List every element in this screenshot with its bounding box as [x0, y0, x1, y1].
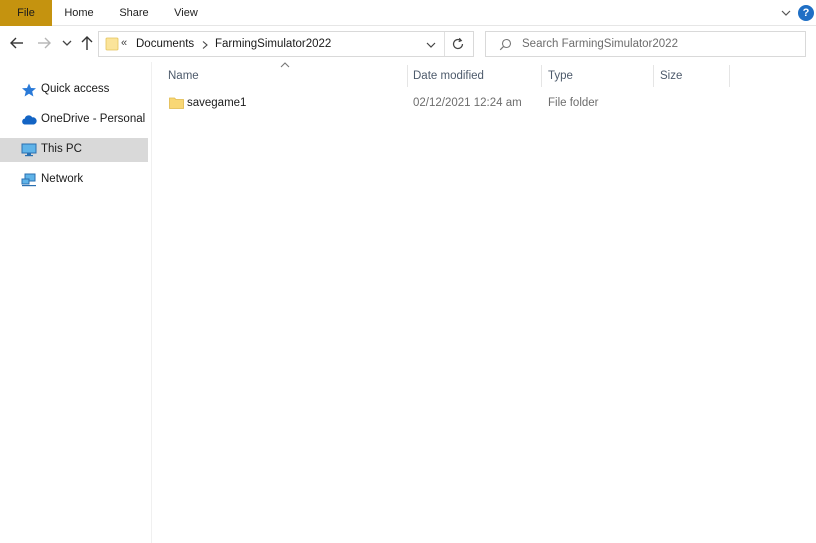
address-overflow[interactable]: « — [121, 37, 127, 49]
sidebar-item-label: OneDrive - Personal — [41, 113, 146, 125]
navigation-bar: « Documents FarmingSimulator2022 — [0, 26, 816, 62]
network-icon — [21, 173, 36, 187]
back-arrow-icon[interactable] — [9, 35, 25, 51]
sort-ascending-icon — [280, 62, 290, 68]
tab-share[interactable]: Share — [112, 0, 156, 26]
folder-icon — [105, 37, 119, 51]
file-row[interactable]: savegame1 02/12/2021 12:24 am File folde… — [152, 92, 816, 114]
sidebar-item-label: This PC — [41, 143, 82, 155]
folder-icon — [169, 97, 184, 109]
breadcrumb-farmingsimulator2022[interactable]: FarmingSimulator2022 — [215, 38, 331, 50]
column-divider[interactable] — [541, 65, 542, 87]
search-box[interactable] — [485, 31, 806, 57]
column-header-name[interactable]: Name — [168, 70, 199, 82]
ribbon: File Home Share View ? — [0, 0, 816, 26]
sidebar-item-quick-access[interactable]: Quick access — [0, 78, 148, 102]
tab-view[interactable]: View — [165, 0, 207, 26]
search-icon — [499, 38, 512, 51]
column-headers: Name Date modified Type Size — [152, 62, 816, 88]
star-icon — [22, 83, 36, 97]
tab-home[interactable]: Home — [56, 0, 102, 26]
help-icon[interactable]: ? — [798, 5, 814, 21]
sidebar-item-network[interactable]: Network — [0, 168, 148, 192]
tab-file[interactable]: File — [0, 0, 52, 26]
address-bar[interactable]: « Documents FarmingSimulator2022 — [98, 31, 474, 57]
column-divider[interactable] — [407, 65, 408, 87]
file-type: File folder — [548, 97, 599, 109]
sidebar-item-onedrive[interactable]: OneDrive - Personal — [0, 108, 148, 132]
monitor-icon — [21, 143, 37, 157]
breadcrumb-separator-icon[interactable] — [202, 41, 208, 49]
breadcrumb-documents[interactable]: Documents — [136, 38, 194, 50]
search-input[interactable] — [522, 35, 792, 53]
forward-arrow-icon[interactable] — [36, 35, 52, 51]
address-divider — [444, 32, 445, 56]
file-name: savegame1 — [187, 97, 247, 109]
sidebar-item-label: Network — [41, 173, 84, 185]
file-date-modified: 02/12/2021 12:24 am — [413, 97, 522, 109]
column-header-type[interactable]: Type — [548, 70, 573, 82]
column-header-date-modified[interactable]: Date modified — [413, 70, 484, 82]
address-dropdown-chevron-icon[interactable] — [426, 40, 436, 50]
column-header-size[interactable]: Size — [660, 70, 682, 82]
recent-locations-chevron-icon[interactable] — [61, 35, 73, 51]
up-arrow-icon[interactable] — [79, 35, 95, 51]
expand-ribbon-chevron-icon[interactable] — [779, 6, 793, 20]
cloud-icon — [22, 115, 37, 125]
sidebar-item-label: Quick access — [41, 83, 110, 95]
column-divider[interactable] — [729, 65, 730, 87]
column-divider[interactable] — [653, 65, 654, 87]
navigation-pane: Quick access OneDrive - Personal This PC… — [0, 62, 152, 543]
sidebar-item-this-pc[interactable]: This PC — [0, 138, 148, 162]
refresh-icon[interactable] — [451, 37, 465, 51]
